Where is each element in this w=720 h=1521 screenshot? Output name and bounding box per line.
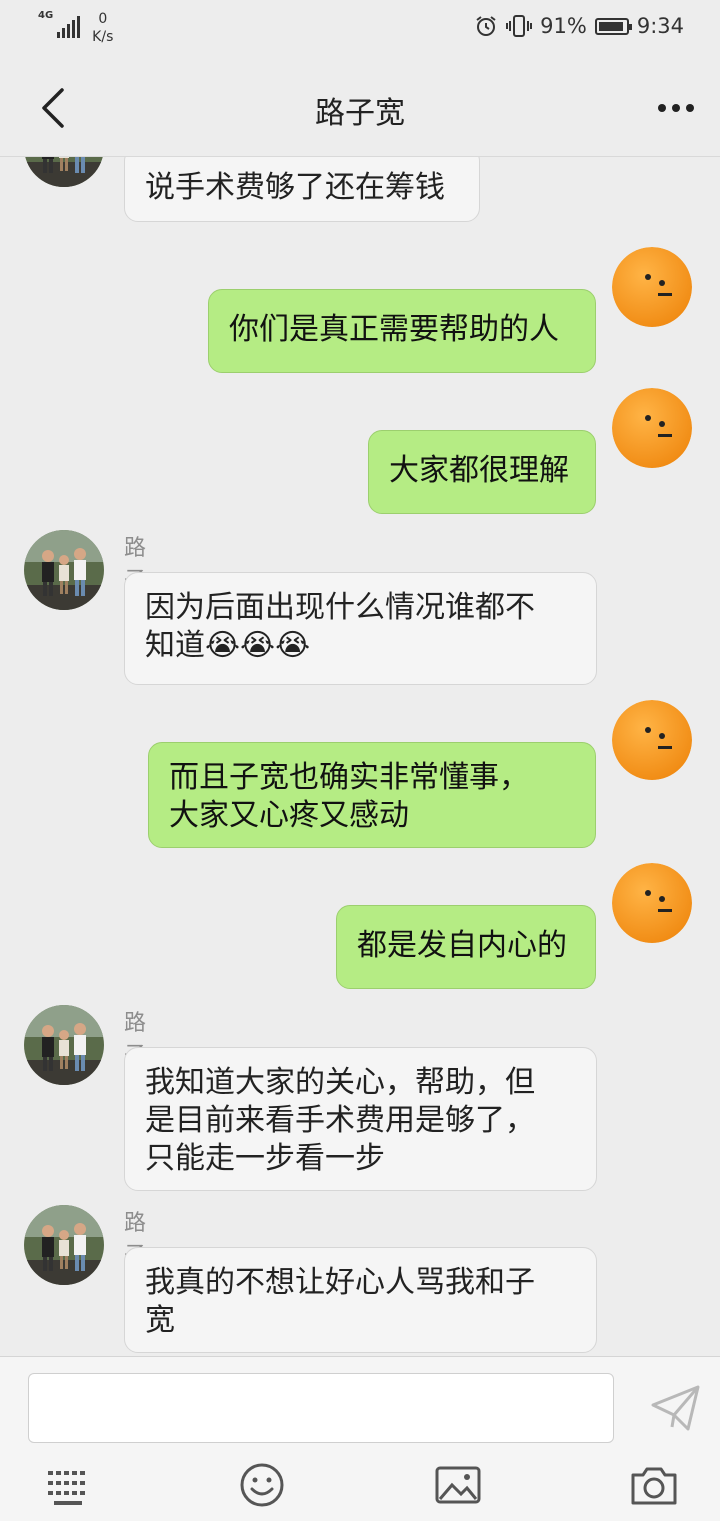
incoming-bubble[interactable]: 说手术费够了还在筹钱 <box>124 157 480 222</box>
message-text-line: 说手术费够了还在筹钱 <box>145 170 445 205</box>
contact-avatar[interactable] <box>24 1005 104 1085</box>
net-speed-unit: K/s <box>92 29 114 45</box>
my-avatar[interactable] <box>612 700 692 780</box>
emoji-icon[interactable] <box>238 1461 286 1509</box>
incoming-bubble[interactable]: 我知道大家的关心，帮助，但 是目前来看手术费用是够了， 只能走一步看一步 <box>124 1047 597 1191</box>
signal-bars-icon <box>57 16 81 38</box>
incoming-bubble[interactable]: 因为后面出现什么情况谁都不 知道😭😭😭 <box>124 572 597 685</box>
net-speed: 0 K/s <box>92 10 113 46</box>
message-input[interactable] <box>28 1373 614 1443</box>
outgoing-bubble[interactable]: 大家都很理解 <box>368 430 596 514</box>
battery-icon <box>594 17 632 35</box>
more-dots-icon[interactable] <box>656 92 696 124</box>
composer <box>0 1356 720 1521</box>
net-speed-value: 0 <box>98 11 108 27</box>
incoming-bubble[interactable]: 我真的不想让好心人骂我和子宽 <box>124 1247 597 1353</box>
message-text-line: 都是发自内心的 <box>357 928 567 963</box>
message-text-line: 宽 <box>145 1303 175 1338</box>
outgoing-bubble[interactable]: 而且子宽也确实非常懂事， 大家又心疼又感动 <box>148 742 596 848</box>
message-text-line: 是目前来看手术费用是够了， <box>145 1103 535 1138</box>
clock: 9:34 <box>636 14 684 38</box>
message-text-line: 只能走一步看一步 <box>145 1141 385 1176</box>
my-avatar[interactable] <box>612 247 692 327</box>
keyboard-icon[interactable] <box>44 1461 92 1509</box>
message-text-line: 知道😭😭😭 <box>145 628 311 663</box>
message-text-line: 大家都很理解 <box>389 453 569 488</box>
my-avatar[interactable] <box>612 388 692 468</box>
battery-percent: 91% <box>540 14 587 38</box>
contact-avatar[interactable] <box>24 157 104 187</box>
image-icon[interactable] <box>434 1461 482 1509</box>
contact-avatar[interactable] <box>24 1205 104 1285</box>
message-text-line: 因为后面出现什么情况谁都不 <box>145 590 535 625</box>
chat-header: 路子宽 <box>0 60 720 157</box>
message-text-line: 而且子宽也确实非常懂事， <box>169 760 529 795</box>
my-avatar[interactable] <box>612 863 692 943</box>
status-bar: 4G 0 K/s 91% 9:34 <box>0 0 720 60</box>
contact-avatar[interactable] <box>24 530 104 610</box>
message-text-line: 你们是真正需要帮助的人 <box>229 312 559 347</box>
outgoing-bubble[interactable]: 都是发自内心的 <box>336 905 596 989</box>
vibrate-icon <box>506 15 533 37</box>
network-type: 4G <box>38 10 54 21</box>
camera-icon[interactable] <box>630 1461 678 1509</box>
page-title: 路子宽 <box>315 96 405 131</box>
message-text-line: 我知道大家的关心，帮助，但 <box>145 1065 535 1100</box>
outgoing-bubble[interactable]: 你们是真正需要帮助的人 <box>208 289 596 373</box>
signal-indicator: 4G 0 K/s <box>38 10 113 46</box>
alarm-icon <box>476 16 496 36</box>
send-icon[interactable] <box>650 1383 702 1433</box>
message-text-line: 我真的不想让好心人骂我和子 <box>145 1265 535 1300</box>
message-text-line: 大家又心疼又感动 <box>169 798 409 833</box>
message-list[interactable]: 说手术费够了还在筹钱已注销你们是真正需要帮助的人已注销大家都很理解路子宽因为后面… <box>0 157 720 1356</box>
